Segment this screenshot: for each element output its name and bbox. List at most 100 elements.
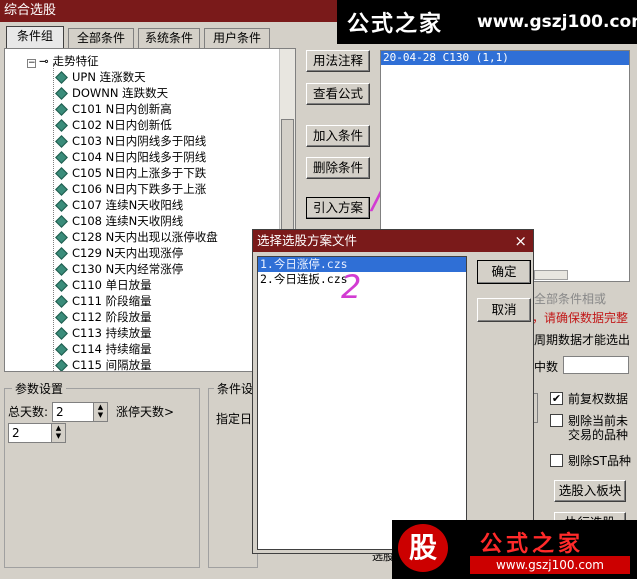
tree-item[interactable]: C103 N日内阴线多于阳线	[55, 133, 206, 149]
tree-item[interactable]: UPN 连涨数天	[55, 69, 146, 85]
tree-item[interactable]: C128 N天内出现以涨停收盘	[55, 229, 218, 245]
tree-item[interactable]: C107 连续N天收阳线	[55, 197, 184, 213]
qfq-label: 前复权数据	[568, 392, 629, 406]
tree-item[interactable]: C111 阶段缩量	[55, 293, 152, 309]
tree-item[interactable]: C112 阶段放量	[55, 309, 152, 325]
condition-gem-icon	[55, 343, 68, 356]
tab-condition-group[interactable]: 条件组	[6, 26, 64, 48]
limit-days-input[interactable]: 2 ▲ ▼	[8, 423, 66, 443]
tree-item[interactable]: C101 N日内创新高	[55, 101, 172, 117]
dialog-title-bar: 选择选股方案文件 ×	[253, 230, 533, 252]
tree-item-label: C108 连续N天收阴线	[72, 214, 184, 228]
tree-item-label: C106 N日内下跌多于上涨	[72, 182, 207, 196]
tree-item-label: C101 N日内创新高	[72, 102, 172, 116]
condition-gem-icon	[55, 167, 68, 180]
condition-list-selected-row[interactable]: 20-04-28 C130 (1,1)	[381, 51, 629, 65]
tree-guide-line	[53, 63, 54, 371]
tab-system-conditions[interactable]: 系统条件	[138, 28, 200, 48]
tree-item-label: C113 持续放量	[72, 326, 152, 340]
condition-gem-icon	[55, 103, 68, 116]
delete-condition-button[interactable]: 删除条件	[306, 157, 370, 179]
condition-gem-icon	[55, 183, 68, 196]
condition-settings-label: 条件设	[214, 380, 257, 397]
params-group-label: 参数设置	[12, 380, 67, 397]
tree-item[interactable]: C108 连续N天收阴线	[55, 213, 184, 229]
watermark-url: www.gszj100.com	[477, 12, 637, 32]
tree-root[interactable]: − ⊸ 走势特征	[27, 53, 99, 69]
condition-gem-icon	[55, 247, 68, 260]
watermark: 公式之家 www.gszj100.com	[337, 0, 637, 44]
tree-item[interactable]: C102 N日内创新低	[55, 117, 172, 133]
tree-item-label: C114 持续缩量	[72, 342, 152, 356]
limit-days-value: 2	[12, 426, 20, 440]
plan-file-item[interactable]: 2.今日连扳.czs	[258, 272, 466, 287]
condition-gem-icon	[55, 295, 68, 308]
brand-logo: 股 公式之家 www.gszj100.com	[392, 520, 637, 579]
tree-item[interactable]: C106 N日内下跌多于上涨	[55, 181, 207, 197]
condition-gem-icon	[55, 327, 68, 340]
tree-item[interactable]: C105 N日内上涨多于下跌	[55, 165, 207, 181]
tree-item[interactable]: C104 N日内阳线多于阴线	[55, 149, 207, 165]
tab-user-conditions[interactable]: 用户条件	[204, 28, 270, 48]
condition-gem-icon	[55, 311, 68, 324]
total-days-spinner[interactable]: ▲ ▼	[93, 403, 107, 421]
tree-collapse-icon[interactable]: −	[27, 59, 36, 68]
spin-down-icon[interactable]: ▼	[52, 432, 65, 440]
tree-item[interactable]: C110 单日放量	[55, 277, 152, 293]
usage-note-button[interactable]: 用法注释	[306, 50, 370, 72]
condition-gem-icon	[55, 231, 68, 244]
tree-item-label: DOWNN 连跌数天	[72, 86, 169, 100]
import-plan-button[interactable]: 引入方案	[306, 197, 370, 219]
tree-root-label: 走势特征	[52, 54, 99, 68]
limit-days-spinner[interactable]: ▲ ▼	[51, 424, 65, 442]
tree-item[interactable]: C130 N天内经常涨停	[55, 261, 183, 277]
remove-st-label: 剔除ST品种	[568, 454, 631, 468]
condition-gem-icon	[55, 87, 68, 100]
qfq-checkbox[interactable]: ✔	[550, 392, 563, 405]
limit-days-label: 涨停天数>	[116, 405, 175, 419]
tree-item[interactable]: C114 持续缩量	[55, 341, 152, 357]
tree-item-label: UPN 连涨数天	[72, 70, 146, 84]
tree-item-label: C102 N日内创新低	[72, 118, 172, 132]
condition-gem-icon	[55, 279, 68, 292]
spin-up-icon[interactable]: ▲	[52, 424, 65, 432]
condition-gem-icon	[55, 215, 68, 228]
tree-item-label: C111 阶段缩量	[72, 294, 152, 308]
plan-file-item[interactable]: 1.今日涨停.czs	[258, 257, 466, 272]
tree-item[interactable]: DOWNN 连跌数天	[55, 85, 169, 101]
watermark-brand: 公式之家	[347, 12, 444, 37]
tree-item-label: C104 N日内阳线多于阴线	[72, 150, 207, 164]
plan-file-list[interactable]: 1.今日涨停.czs 2.今日连扳.czs	[257, 256, 467, 550]
tree-item-label: C129 N天内出现涨停	[72, 246, 184, 260]
spin-up-icon[interactable]: ▲	[94, 403, 107, 411]
cancel-button[interactable]: 取消	[477, 298, 531, 322]
tree-item-label: C107 连续N天收阳线	[72, 198, 184, 212]
close-icon[interactable]: ×	[514, 230, 527, 252]
tree-item[interactable]: C129 N天内出现涨停	[55, 245, 184, 261]
in-count-field[interactable]	[563, 356, 629, 374]
total-days-value: 2	[56, 405, 64, 419]
remove-st-checkbox[interactable]	[550, 454, 563, 467]
spin-down-icon[interactable]: ▼	[94, 411, 107, 419]
condition-gem-icon	[55, 135, 68, 148]
condition-gem-icon	[55, 119, 68, 132]
tree-item-label: C128 N天内出现以涨停收盘	[72, 230, 218, 244]
ok-button[interactable]: 确定	[477, 260, 531, 284]
condition-gem-icon	[55, 199, 68, 212]
period-data-hint: 周期数据才能选出	[534, 333, 631, 347]
tree-item[interactable]: C115 间隔放量	[55, 357, 152, 371]
remove-untraded-checkbox[interactable]	[550, 414, 563, 427]
or-all-conditions-label: 全部条件相或	[534, 292, 607, 306]
condition-gem-icon	[55, 71, 68, 84]
list-hscrollbar[interactable]	[534, 270, 568, 280]
tab-all-conditions[interactable]: 全部条件	[68, 28, 134, 48]
tree-item[interactable]: C113 持续放量	[55, 325, 152, 341]
add-condition-button[interactable]: 加入条件	[306, 125, 370, 147]
total-days-input[interactable]: 2 ▲ ▼	[52, 402, 108, 422]
select-plan-dialog: 选择选股方案文件 × 1.今日涨停.czs 2.今日连扳.czs 确定 取消 2	[252, 229, 534, 554]
select-to-block-button[interactable]: 选股入板块	[554, 480, 626, 502]
condition-gem-icon	[55, 151, 68, 164]
in-count-label: 中数	[534, 360, 559, 374]
view-formula-button[interactable]: 查看公式	[306, 83, 370, 105]
tree-item-label: C105 N日内上涨多于下跌	[72, 166, 207, 180]
